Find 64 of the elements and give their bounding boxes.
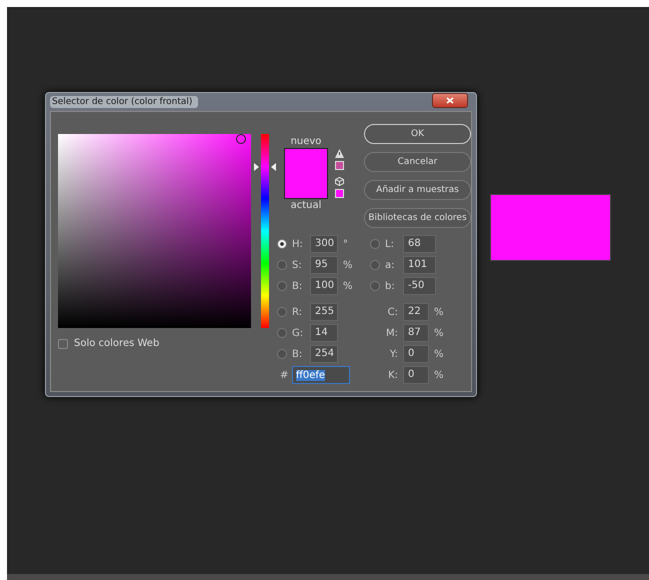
slider-handle[interactable] bbox=[271, 162, 276, 171]
unit-label: % bbox=[342, 260, 354, 270]
field-label: M: bbox=[385, 328, 399, 338]
field-label: C: bbox=[386, 306, 399, 318]
warning-icon bbox=[335, 149, 344, 158]
unit-label: ° bbox=[342, 238, 349, 250]
picker-marker[interactable] bbox=[236, 134, 246, 144]
web-safe-swatch[interactable] bbox=[335, 189, 344, 198]
field-label: L: bbox=[385, 238, 395, 250]
field-label: b: bbox=[385, 280, 396, 292]
radio-button[interactable] bbox=[370, 281, 380, 291]
dialog-button[interactable]: OK bbox=[364, 124, 471, 144]
field-label: Y: bbox=[388, 348, 399, 360]
value-field[interactable]: 87 bbox=[403, 324, 429, 342]
value-field[interactable]: 100 bbox=[310, 277, 338, 295]
value-field[interactable]: 14 bbox=[310, 324, 338, 342]
radio-button[interactable] bbox=[277, 307, 287, 317]
value-field[interactable]: 254 bbox=[310, 345, 338, 363]
dialog-button[interactable]: Cancelar bbox=[364, 152, 471, 172]
radio-button[interactable] bbox=[277, 239, 287, 249]
unit-label: % bbox=[433, 370, 445, 380]
dialog-button[interactable]: Bibliotecas de colores bbox=[364, 208, 471, 228]
close-icon bbox=[446, 96, 454, 104]
field-label: B: bbox=[292, 348, 304, 360]
unit-label: % bbox=[433, 348, 445, 360]
dialog-button[interactable]: Añadir a muestras bbox=[364, 180, 471, 200]
field-label: R: bbox=[292, 306, 304, 318]
cube-icon bbox=[335, 177, 344, 186]
value-field[interactable]: -50 bbox=[403, 277, 436, 295]
radio-button[interactable] bbox=[277, 349, 287, 359]
radio-button[interactable] bbox=[277, 281, 287, 291]
color-field[interactable] bbox=[58, 134, 251, 328]
color-swatch bbox=[284, 148, 328, 199]
unit-label: % bbox=[342, 280, 354, 292]
swatch-label: actual bbox=[290, 200, 322, 211]
radio-button[interactable] bbox=[370, 239, 380, 249]
radio-button[interactable] bbox=[277, 328, 287, 338]
value-field[interactable]: 0 bbox=[403, 345, 429, 363]
checkbox-label: Solo colores Web bbox=[74, 338, 160, 349]
gamut-swatch[interactable] bbox=[335, 161, 344, 170]
hex-field[interactable]: ff0efe bbox=[292, 366, 350, 384]
slider-handle[interactable] bbox=[254, 162, 259, 171]
close-button[interactable] bbox=[432, 92, 468, 108]
checkbox[interactable] bbox=[58, 338, 68, 348]
value-field[interactable]: 300 bbox=[310, 235, 338, 253]
value-field[interactable]: 95 bbox=[310, 256, 338, 274]
value-field[interactable]: 68 bbox=[403, 235, 436, 253]
field-label: G: bbox=[292, 328, 304, 338]
hex-label: # bbox=[279, 370, 290, 380]
field-label: a: bbox=[385, 260, 396, 270]
radio-button[interactable] bbox=[277, 260, 287, 270]
value-field[interactable]: 22 bbox=[403, 303, 429, 321]
value-field[interactable]: 255 bbox=[310, 303, 338, 321]
field-label: H: bbox=[292, 238, 304, 250]
unit-label: % bbox=[433, 328, 445, 338]
field-label: K: bbox=[387, 370, 399, 380]
field-label: S: bbox=[292, 260, 303, 270]
swatch-label: nuevo bbox=[290, 136, 322, 147]
value-field[interactable]: 0 bbox=[403, 366, 429, 384]
field-label: B: bbox=[292, 280, 304, 292]
unit-label: % bbox=[433, 306, 445, 318]
window-title: Selector de color (color frontal) bbox=[50, 96, 198, 108]
value-field[interactable]: 101 bbox=[403, 256, 436, 274]
radio-button[interactable] bbox=[370, 260, 380, 270]
